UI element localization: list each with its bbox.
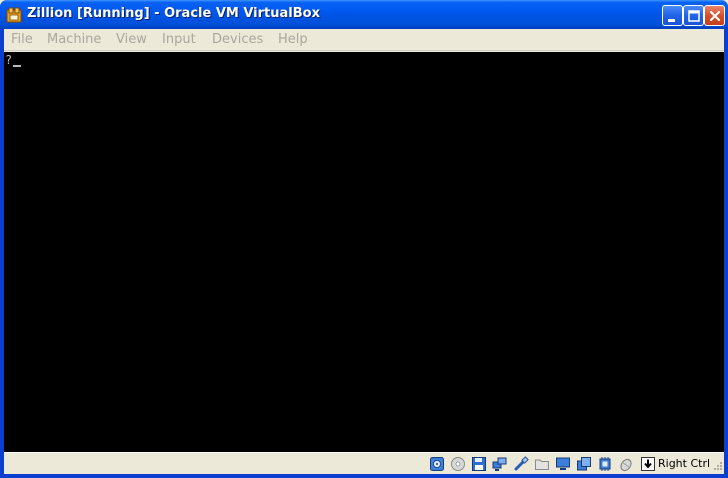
menu-help[interactable]: Help xyxy=(278,32,308,47)
cpu-virtualization-icon[interactable] xyxy=(597,456,613,472)
text-cursor xyxy=(13,65,21,67)
virtualbox-icon xyxy=(6,7,22,23)
mouse-integration-icon[interactable] xyxy=(618,456,634,472)
close-button[interactable] xyxy=(704,5,725,26)
menu-view[interactable]: View xyxy=(116,32,147,47)
console-text: ? xyxy=(5,53,13,67)
video-capture-icon[interactable] xyxy=(576,456,592,472)
hard-disk-icon[interactable] xyxy=(429,456,445,472)
maximize-button[interactable] xyxy=(683,5,704,26)
menu-file[interactable]: File xyxy=(11,32,33,47)
minimize-icon xyxy=(668,19,675,22)
menu-machine[interactable]: Machine xyxy=(47,32,101,47)
status-bar: Right Ctrl xyxy=(4,452,724,474)
minimize-button[interactable] xyxy=(662,5,683,26)
menu-bar: File Machine View Input Devices Help xyxy=(4,29,724,51)
optical-drive-icon[interactable] xyxy=(450,456,466,472)
shared-folders-icon[interactable] xyxy=(534,456,550,472)
network-icon[interactable] xyxy=(492,456,508,472)
usb-icon[interactable] xyxy=(513,456,529,472)
menu-devices[interactable]: Devices xyxy=(212,32,263,47)
resize-grip-icon[interactable] xyxy=(711,461,723,473)
close-icon xyxy=(709,10,721,22)
title-bar[interactable]: Zillion [Running] - Oracle VM VirtualBox xyxy=(0,0,728,29)
client-area: File Machine View Input Devices Help ? R… xyxy=(4,29,724,474)
keyboard-capture-icon[interactable] xyxy=(640,456,656,472)
menu-input[interactable]: Input xyxy=(162,32,196,47)
host-key-label: Right Ctrl xyxy=(658,457,711,470)
vm-display[interactable]: ? xyxy=(4,52,724,452)
display-icon[interactable] xyxy=(555,456,571,472)
floppy-icon[interactable] xyxy=(471,456,487,472)
window-title: Zillion [Running] - Oracle VM VirtualBox xyxy=(27,6,320,21)
virtualbox-window: Zillion [Running] - Oracle VM VirtualBox… xyxy=(0,0,728,478)
maximize-icon xyxy=(688,10,700,22)
